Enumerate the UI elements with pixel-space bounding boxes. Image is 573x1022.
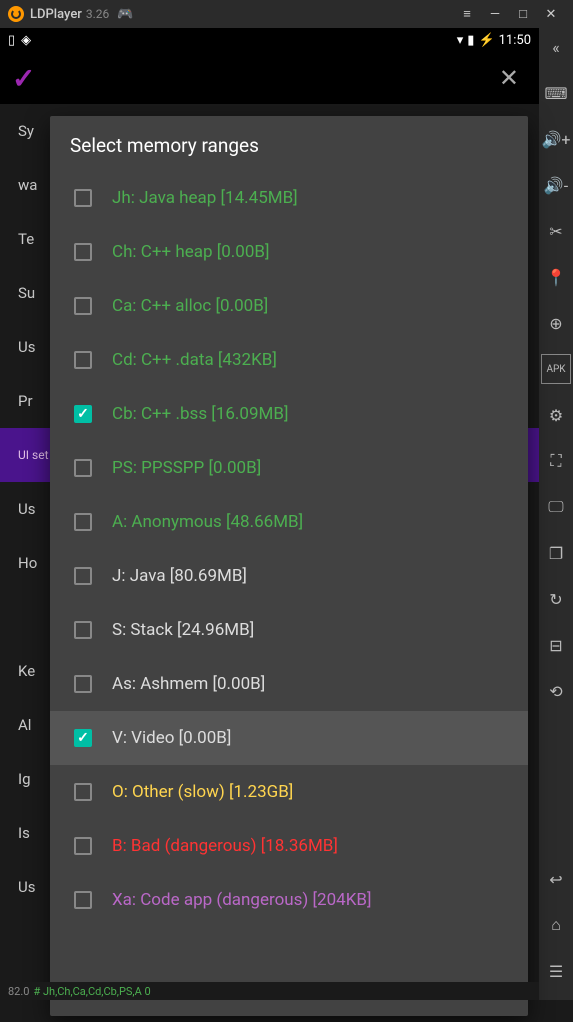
emulator-titlebar: LDPlayer 3.26 🎮 ≡ — □ ✕ [0,0,573,28]
memory-range-item[interactable]: Ch: C++ heap [0.00B] [50,225,528,279]
memory-range-item[interactable]: O: Other (slow) [1.23GB] [50,765,528,819]
scissors-icon[interactable]: ✂ [541,216,571,246]
home-icon[interactable]: ⌂ [541,910,571,940]
controller-icon[interactable]: 🎮 [117,7,133,22]
memory-range-label: Cd: C++ .data [432KB] [112,350,277,370]
android-status-bar: ▯ ◈ ▾ ▮ ⚡ 11:50 [0,28,539,52]
keyboard-icon[interactable]: ⌨ [541,78,571,108]
menu-icon[interactable]: ≡ [453,0,481,28]
memory-range-checkbox[interactable] [74,351,92,369]
memory-range-checkbox[interactable] [74,567,92,585]
wifi-icon: ▾ [457,33,464,48]
memory-range-label: V: Video [0.00B] [112,728,231,748]
rotate-icon[interactable]: ⟲ [541,676,571,706]
fullscreen-icon[interactable]: ⛶ [541,446,571,476]
memory-range-label: O: Other (slow) [1.23GB] [112,782,293,802]
device-icon: ▯ [8,33,15,48]
memory-range-label: PS: PPSSPP [0.00B] [112,458,261,478]
close-window-icon[interactable]: ✕ [537,0,565,28]
memory-range-item[interactable]: Ca: C++ alloc [0.00B] [50,279,528,333]
monitor-icon[interactable]: 🖵 [541,492,571,522]
memory-range-item[interactable]: A: Anonymous [48.66MB] [50,495,528,549]
clock: 11:50 [499,33,531,48]
memory-range-label: Xa: Code app (dangerous) [204KB] [112,890,371,910]
memory-range-checkbox[interactable] [74,189,92,207]
memory-range-checkbox[interactable] [74,621,92,639]
apk-icon[interactable]: APK [541,354,571,384]
volume-down-icon[interactable]: 🔊- [541,170,571,200]
memory-range-checkbox[interactable] [74,837,92,855]
memory-range-item[interactable]: PS: PPSSPP [0.00B] [50,441,528,495]
charging-icon: ⚡ [478,33,494,48]
memory-range-checkbox[interactable] [74,243,92,261]
emulator-sidebar: « ⌨ 🔊+ 🔊- ✂ 📍 ⊕ APK ⚙ ⛶ 🖵 ❐ ↻ ⊟ ⟲ ↩ ⌂ ☰ [539,28,573,1000]
app-header: ✓ ✕ [0,52,539,104]
app-version: 3.26 [86,7,109,21]
memory-range-label: A: Anonymous [48.66MB] [112,512,303,532]
multi-window-icon[interactable]: ❐ [541,538,571,568]
folder-icon[interactable]: ⊟ [541,630,571,660]
memory-range-label: Ch: C++ heap [0.00B] [112,242,269,262]
memory-range-item[interactable]: B: Bad (dangerous) [18.36MB] [50,819,528,873]
memory-ranges-list: Jh: Java heap [14.45MB] Ch: C++ heap [0.0… [50,171,528,960]
memory-range-checkbox[interactable] [74,891,92,909]
close-icon[interactable]: ✕ [499,64,527,92]
memory-range-checkbox[interactable] [74,297,92,315]
ldplayer-logo-icon [8,6,24,22]
memory-range-item[interactable]: S: Stack [24.96MB] [50,603,528,657]
memory-range-checkbox[interactable] [74,513,92,531]
memory-range-checkbox[interactable] [74,729,92,747]
memory-range-checkbox[interactable] [74,405,92,423]
memory-range-checkbox[interactable] [74,675,92,693]
memory-range-item[interactable]: As: Ashmem [0.00B] [50,657,528,711]
app-icon: ◈ [21,33,31,48]
back-icon[interactable]: ↩ [541,864,571,894]
add-icon[interactable]: ⊕ [541,308,571,338]
memory-range-label: As: Ashmem [0.00B] [112,674,265,694]
memory-range-label: S: Stack [24.96MB] [112,620,254,640]
maximize-icon[interactable]: □ [509,0,537,28]
footer-value: 82.0 [8,985,29,998]
memory-range-label: Ca: C++ alloc [0.00B] [112,296,268,316]
minimize-icon[interactable]: — [481,0,509,28]
footer-bar: 82.0 # Jh,Ch,Ca,Cd,Cb,PS,A 0 [0,982,539,1000]
memory-range-item[interactable]: J: Java [80.69MB] [50,549,528,603]
sync-icon[interactable]: ↻ [541,584,571,614]
dialog-title: Select memory ranges [50,116,528,171]
memory-range-label: B: Bad (dangerous) [18.36MB] [112,836,338,856]
memory-range-item[interactable]: V: Video [0.00B] [50,711,528,765]
location-icon[interactable]: 📍 [541,262,571,292]
memory-range-item[interactable]: Cb: C++ .bss [16.09MB] [50,387,528,441]
memory-range-checkbox[interactable] [74,783,92,801]
memory-range-label: J: Java [80.69MB] [112,566,247,586]
memory-range-label: Cb: C++ .bss [16.09MB] [112,404,288,424]
collapse-icon[interactable]: « [541,32,571,62]
settings-icon[interactable]: ⚙ [541,400,571,430]
memory-range-label: Jh: Java heap [14.45MB] [112,188,298,208]
memory-range-item[interactable]: Jh: Java heap [14.45MB] [50,171,528,225]
app-name: LDPlayer [30,7,82,22]
memory-ranges-dialog: Select memory ranges Jh: Java heap [14.4… [50,116,528,1016]
footer-ranges: # Jh,Ch,Ca,Cd,Cb,PS,A 0 [33,985,150,998]
memory-range-checkbox[interactable] [74,459,92,477]
checkmark-icon[interactable]: ✓ [12,62,35,95]
memory-range-item[interactable]: Cd: C++ .data [432KB] [50,333,528,387]
volume-up-icon[interactable]: 🔊+ [541,124,571,154]
recents-icon[interactable]: ☰ [541,956,571,986]
memory-range-item[interactable]: Xa: Code app (dangerous) [204KB] [50,873,528,927]
battery-icon: ▮ [467,33,474,48]
